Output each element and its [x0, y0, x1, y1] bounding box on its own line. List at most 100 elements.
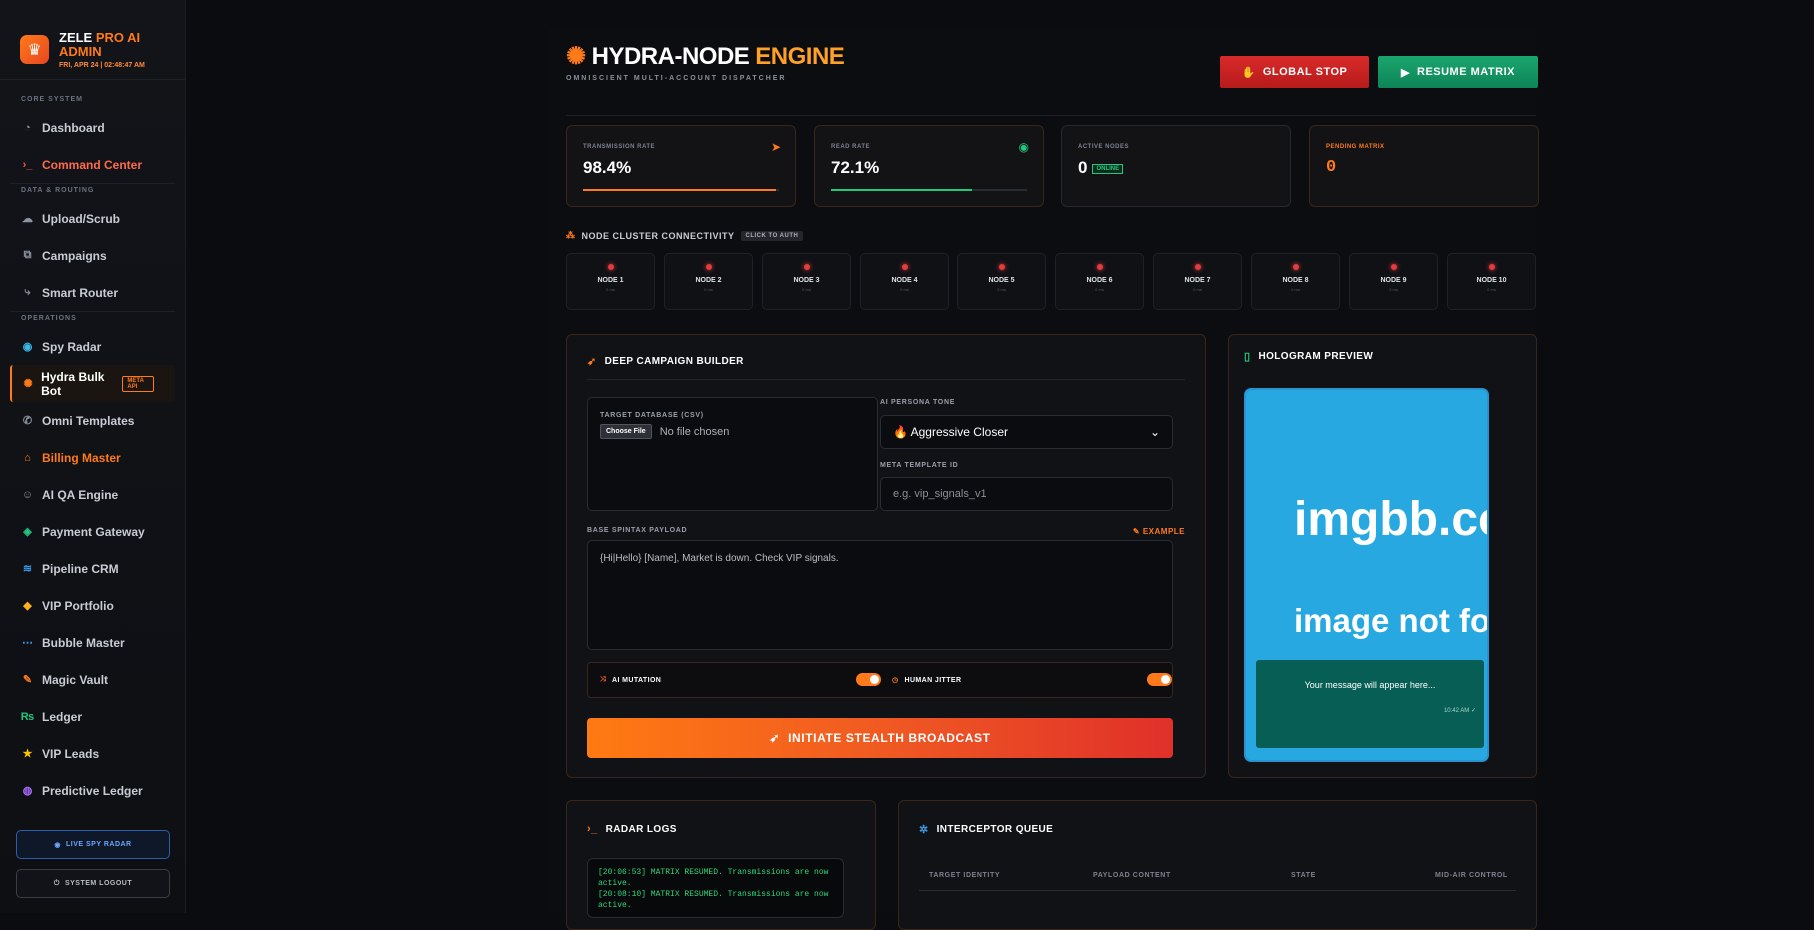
sidebar-item-upload[interactable]: ☁ Upload/Scrub: [0, 200, 185, 237]
route-icon: ⤷: [24, 286, 31, 298]
rocket-icon: ➶: [587, 356, 597, 368]
resume-matrix-button[interactable]: ▶ RESUME MATRIX: [1378, 56, 1538, 88]
whatsapp-icon: ✆: [22, 415, 33, 427]
sidebar-item-billing-master[interactable]: ⌂ Billing Master: [0, 439, 185, 476]
panel-title: ➶ DEEP CAMPAIGN BUILDER: [587, 356, 744, 368]
brand: ♛ ZELE PRO AI ADMIN FRI, APR 24 | 02:48:…: [0, 0, 185, 80]
column-header: PAYLOAD CONTENT: [1093, 872, 1171, 879]
global-stop-button[interactable]: ✋ GLOBAL STOP: [1220, 56, 1369, 88]
ai-mutation-toggle[interactable]: [856, 673, 881, 686]
sidebar-item-hydra-bulk-bot[interactable]: ✺ Hydra Bulk Bot META API: [10, 365, 175, 402]
sidebar-item-vip-leads[interactable]: ★ VIP Leads: [0, 735, 185, 772]
file-upload-box: TARGET DATABASE (CSV) Choose File No file…: [587, 397, 878, 511]
brand-datetime: FRI, APR 24 | 02:48:47 AM: [59, 61, 145, 69]
panel-title: ▯ HOLOGRAM PREVIEW: [1244, 351, 1374, 363]
live-spy-radar-button[interactable]: ◉ LIVE SPY RADAR: [16, 830, 170, 859]
interceptor-queue-panel: ✲ INTERCEPTOR QUEUE TARGET IDENTITY PAYLO…: [898, 800, 1537, 930]
network-icon: ⁂: [566, 230, 576, 240]
sidebar-item-payment-gateway[interactable]: ◈ Payment Gateway: [0, 513, 185, 550]
chevron-down-icon: ⌄: [1149, 425, 1160, 439]
rocket-icon: ➶: [769, 731, 781, 745]
phone-icon: ▯: [1244, 351, 1251, 363]
sidebar-item-bubble-master[interactable]: ⋯ Bubble Master: [0, 624, 185, 661]
sidebar-item-pipeline-crm[interactable]: ≋ Pipeline CRM: [0, 550, 185, 587]
status-dot: [1488, 264, 1495, 270]
node-card[interactable]: NODE 10 ms: [566, 253, 655, 310]
hologram-preview-panel: ▯HOLOGRAM PREVIEW imgbb.com image not fo…: [1228, 334, 1537, 778]
eye-icon: ◉: [1018, 140, 1029, 154]
stat-transmission-rate: TRANSMISSION RATE 98.4% ➤: [566, 125, 796, 207]
choose-file-button[interactable]: Choose File: [600, 424, 652, 439]
human-jitter-toggle[interactable]: [1147, 673, 1172, 686]
section-data: DATA & ROUTING: [21, 187, 95, 194]
persona-tone-select[interactable]: 🔥 Aggressive Closer ⌄: [880, 415, 1173, 449]
sidebar-item-dashboard[interactable]: ◔ Dashboard: [0, 109, 185, 146]
sidebar-item-command-center[interactable]: ›_ Command Center: [0, 146, 185, 183]
click-to-auth-chip[interactable]: CLICK TO AUTH: [740, 230, 804, 241]
brain-icon: ◍: [22, 785, 33, 797]
sidebar-item-predictive-ledger[interactable]: ◍ Predictive Ledger: [0, 772, 185, 809]
log-line: [20:06:53] MATRIX RESUMED. Transmissions…: [598, 868, 829, 888]
payload-textarea[interactable]: {Hi|Hello} [Name], Market is down. Check…: [587, 540, 1173, 650]
node-card[interactable]: NODE 70 ms: [1153, 253, 1242, 310]
robot-icon: ☺: [21, 488, 34, 501]
brand-admin: ADMIN: [59, 43, 102, 59]
sidebar-item-vip-portfolio[interactable]: ◆ VIP Portfolio: [0, 587, 185, 624]
message-time: 10:42 AM ✓: [1443, 708, 1476, 714]
sitemap-icon: ⧉: [23, 249, 32, 261]
transmission-bar: [583, 189, 776, 191]
gem-icon: ◆: [23, 600, 32, 612]
node-card[interactable]: NODE 10 0 ms: [1447, 253, 1536, 310]
main-content: ✺ HYDRA-NODE ENGINE OMNISCIENT MULTI-ACCOU…: [548, 28, 1539, 930]
dots-icon: ⋯: [22, 637, 33, 649]
sidebar-item-ledger[interactable]: ₨ Ledger: [0, 698, 185, 735]
clock-icon: ◷: [892, 677, 899, 684]
status-dot: [607, 264, 614, 270]
stat-active-nodes: ACTIVE NODES 0 ONLINE: [1061, 125, 1291, 207]
crown-icon: ♛: [20, 35, 49, 64]
status-dot: [705, 264, 712, 270]
status-dot: [803, 264, 810, 270]
node-card[interactable]: NODE 30 ms: [762, 253, 851, 310]
panel-title: ✲ INTERCEPTOR QUEUE: [919, 824, 1054, 836]
toggle-row: ⤨ AI MUTATION ◷ HUMAN JITTER: [587, 662, 1173, 698]
paper-plane-icon: ➤: [770, 140, 781, 154]
sidebar: ♛ ZELE PRO AI ADMIN FRI, APR 24 | 02:48:…: [0, 0, 186, 913]
sidebar-item-spy-radar[interactable]: ◉ Spy Radar: [0, 328, 185, 365]
log-line: [20:08:10] MATRIX RESUMED. Transmissions…: [598, 890, 829, 910]
spider-icon: ✺: [566, 43, 586, 70]
initiate-broadcast-button[interactable]: ➶ INITIATE STEALTH BROADCAST: [587, 718, 1173, 758]
node-card[interactable]: NODE 20 ms: [664, 253, 753, 310]
meta-api-badge: META API: [122, 375, 154, 392]
pie-chart-icon: ◔: [24, 121, 31, 134]
hand-icon: ✋: [1241, 66, 1256, 79]
sidebar-item-ai-qa[interactable]: ☺ AI QA Engine: [0, 476, 185, 513]
status-dot: [1096, 264, 1103, 270]
file-status: No file chosen: [659, 425, 730, 438]
template-id-input[interactable]: e.g. vip_signals_v1: [880, 477, 1173, 511]
section-core: CORE SYSTEM: [21, 96, 83, 103]
preview-image-error: image not found: [1294, 602, 1489, 639]
star-icon: ★: [22, 748, 33, 760]
satellite-icon: ◉: [54, 841, 61, 849]
read-rate-bar: [831, 189, 973, 191]
node-card[interactable]: NODE 40 ms: [860, 253, 949, 310]
wand-icon: ✎: [22, 674, 33, 686]
play-icon: ▶: [1401, 66, 1410, 79]
node-card[interactable]: NODE 50 ms: [957, 253, 1046, 310]
stat-read-rate: READ RATE 72.1% ◉: [814, 125, 1044, 207]
sidebar-item-omni-templates[interactable]: ✆ Omni Templates: [0, 402, 185, 439]
logout-button[interactable]: ⏻ SYSTEM LOGOUT: [16, 869, 170, 898]
rupee-icon: ₨: [20, 710, 35, 723]
node-card[interactable]: NODE 80 ms: [1251, 253, 1340, 310]
example-link[interactable]: ✎ EXAMPLE: [1133, 527, 1185, 536]
shield-icon: ◈: [23, 526, 32, 538]
node-card[interactable]: NODE 90 ms: [1349, 253, 1438, 310]
sidebar-item-smart-router[interactable]: ⤷ Smart Router: [0, 274, 185, 311]
sidebar-item-magic-vault[interactable]: ✎ Magic Vault: [0, 661, 185, 698]
power-icon: ⏻: [53, 879, 60, 887]
shuffle-icon: ⤨: [600, 676, 606, 683]
radar-logs-panel: ›_ RADAR LOGS [20:06:53] MATRIX RESUMED. …: [566, 800, 876, 930]
node-card[interactable]: NODE 60 ms: [1055, 253, 1144, 310]
sidebar-item-campaigns[interactable]: ⧉ Campaigns: [0, 237, 185, 274]
